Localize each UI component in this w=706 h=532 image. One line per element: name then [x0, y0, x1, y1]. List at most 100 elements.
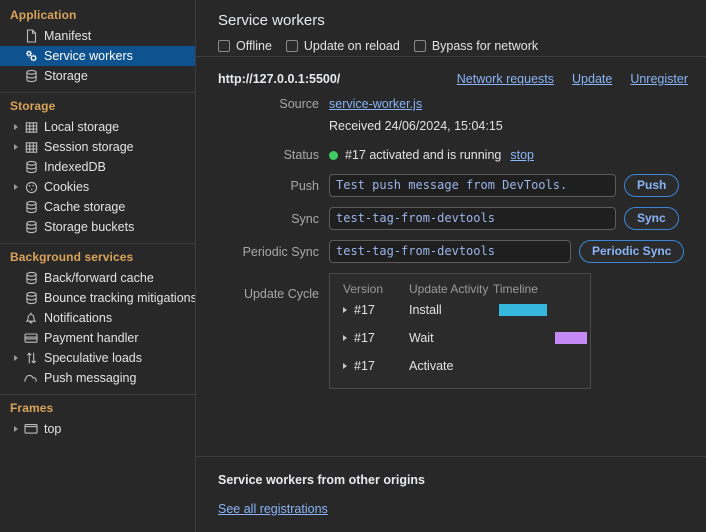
push-row: Push Test push message from DevTools. Pu… — [196, 174, 706, 197]
cloud-icon — [21, 373, 41, 384]
sidebar-item-notifications[interactable]: Notifications — [0, 308, 195, 328]
chevron-right-icon[interactable] — [10, 124, 21, 130]
sync-tag-input[interactable]: test-tag-from-devtools — [329, 207, 616, 230]
sidebar-item-local-storage[interactable]: Local storage — [0, 117, 195, 137]
bypass-for-network-checkbox[interactable]: Bypass for network — [414, 39, 538, 53]
update-cycle-row[interactable]: #17 Install — [330, 296, 590, 324]
sidebar-divider — [0, 394, 195, 395]
sidebar-section-header: Frames — [0, 398, 195, 419]
timeline-bar — [555, 332, 587, 344]
other-origins-section: Service workers from other origins See a… — [196, 456, 706, 532]
network-requests-link[interactable]: Network requests — [457, 72, 554, 86]
table-icon — [21, 121, 41, 134]
offline-checkbox[interactable]: Offline — [218, 39, 272, 53]
update-cycle-table-header: Version Update Activity Timeline — [330, 282, 590, 296]
sidebar-item-cache-storage[interactable]: Cache storage — [0, 197, 195, 217]
chevron-right-icon[interactable] — [343, 307, 347, 313]
chevron-right-icon[interactable] — [10, 426, 21, 432]
status-label: Status — [218, 148, 329, 162]
sidebar-item-storage[interactable]: Storage — [0, 66, 195, 86]
sidebar-item-payment-handler[interactable]: Payment handler — [0, 328, 195, 348]
stop-link[interactable]: stop — [510, 148, 534, 162]
status-row: Status #17 activated and is running stop — [196, 148, 706, 162]
chevron-right-icon[interactable] — [10, 184, 21, 190]
see-all-registrations-link[interactable]: See all registrations — [218, 502, 328, 516]
other-origins-title: Service workers from other origins — [196, 457, 706, 487]
application-sidebar[interactable]: ApplicationManifestService workersStorag… — [0, 0, 196, 532]
credit-card-icon — [21, 332, 41, 344]
sidebar-item-label: Push messaging — [41, 371, 136, 385]
chevron-right-icon[interactable] — [10, 144, 21, 150]
update-cycle-timeline-cell — [493, 303, 590, 317]
sidebar-item-label: Payment handler — [41, 331, 139, 345]
periodic-sync-tag-input[interactable]: test-tag-from-devtools — [329, 240, 571, 263]
gears-icon — [21, 49, 41, 63]
sidebar-section-application: ApplicationManifestService workersStorag… — [0, 5, 195, 88]
periodic-sync-button[interactable]: Periodic Sync — [579, 240, 684, 263]
sidebar-item-back-forward-cache[interactable]: Back/forward cache — [0, 268, 195, 288]
sidebar-item-label: Local storage — [41, 120, 119, 134]
sync-button[interactable]: Sync — [624, 207, 679, 230]
checkbox-box-bypass-for-network[interactable] — [414, 40, 426, 52]
chevron-right-icon[interactable] — [343, 363, 347, 369]
database-icon — [21, 220, 41, 234]
bypass-for-network-label: Bypass for network — [432, 39, 538, 53]
sidebar-divider — [0, 243, 195, 244]
sidebar-item-manifest[interactable]: Manifest — [0, 26, 195, 46]
sidebar-item-bounce-tracking-mitigations[interactable]: Bounce tracking mitigations — [0, 288, 195, 308]
update-cycle-row[interactable]: #17Activate — [330, 352, 590, 380]
sidebar-item-session-storage[interactable]: Session storage — [0, 137, 195, 157]
checkbox-box-update-on-reload[interactable] — [286, 40, 298, 52]
sidebar-section-frames: Frames top — [0, 398, 195, 441]
update-link[interactable]: Update — [572, 72, 612, 86]
periodic-sync-row: Periodic Sync test-tag-from-devtools Per… — [196, 240, 706, 263]
sidebar-item-cookies[interactable]: Cookies — [0, 177, 195, 197]
received-row: Received 24/06/2024, 15:04:15 — [196, 119, 706, 133]
database-icon — [21, 271, 41, 285]
sidebar-section-background-services: Background servicesBack/forward cacheBou… — [0, 247, 195, 390]
push-label: Push — [218, 179, 329, 193]
offline-label: Offline — [236, 39, 272, 53]
update-cycle-version-text: #17 — [354, 303, 375, 317]
update-cycle-activity-cell: Wait — [409, 331, 493, 345]
sidebar-item-label: Notifications — [41, 311, 112, 325]
update-cycle-table: Version Update Activity Timeline #17 Inst… — [329, 273, 591, 389]
database-icon — [21, 69, 41, 83]
sidebar-item-top[interactable]: top — [0, 419, 195, 439]
sidebar-item-push-messaging[interactable]: Push messaging — [0, 368, 195, 388]
source-label: Source — [218, 97, 329, 111]
chevron-right-icon[interactable] — [343, 335, 347, 341]
source-file-link[interactable]: service-worker.js — [329, 97, 422, 111]
update-on-reload-checkbox[interactable]: Update on reload — [286, 39, 400, 53]
registration-actions: Network requests Update Unregister — [457, 72, 688, 86]
update-cycle-row[interactable]: #17Wait — [330, 324, 590, 352]
service-worker-registration: http://127.0.0.1:5500/ Network requests … — [196, 57, 706, 389]
push-message-input[interactable]: Test push message from DevTools. — [329, 174, 616, 197]
source-row: Source service-worker.js — [196, 97, 706, 111]
push-button[interactable]: Push — [624, 174, 679, 197]
sidebar-item-label: top — [41, 422, 61, 436]
sidebar-item-speculative-loads[interactable]: Speculative loads — [0, 348, 195, 368]
update-cycle-version-cell: #17 — [343, 359, 409, 373]
sidebar-section-header: Storage — [0, 96, 195, 117]
sidebar-item-label: Bounce tracking mitigations — [41, 291, 196, 305]
checkbox-box-offline[interactable] — [218, 40, 230, 52]
database-icon — [21, 200, 41, 214]
devtools-application-panel: ApplicationManifestService workersStorag… — [0, 0, 706, 532]
sidebar-item-label: IndexedDB — [41, 160, 106, 174]
chevron-right-icon[interactable] — [10, 355, 21, 361]
sidebar-item-service-workers[interactable]: Service workers — [0, 46, 195, 66]
database-icon — [21, 160, 41, 174]
update-cycle-version-text: #17 — [354, 359, 375, 373]
service-workers-main-panel: Service workers Offline Update on reload… — [196, 0, 706, 532]
arrows-updown-icon — [21, 351, 41, 365]
table-icon — [21, 141, 41, 154]
page-title: Service workers — [196, 0, 706, 30]
periodic-sync-label: Periodic Sync — [218, 245, 329, 259]
unregister-link[interactable]: Unregister — [630, 72, 688, 86]
sidebar-item-label: Storage buckets — [41, 220, 134, 234]
sidebar-item-storage-buckets[interactable]: Storage buckets — [0, 217, 195, 237]
sidebar-item-indexeddb[interactable]: IndexedDB — [0, 157, 195, 177]
sidebar-item-label: Back/forward cache — [41, 271, 154, 285]
update-cycle-activity-cell: Install — [409, 303, 493, 317]
